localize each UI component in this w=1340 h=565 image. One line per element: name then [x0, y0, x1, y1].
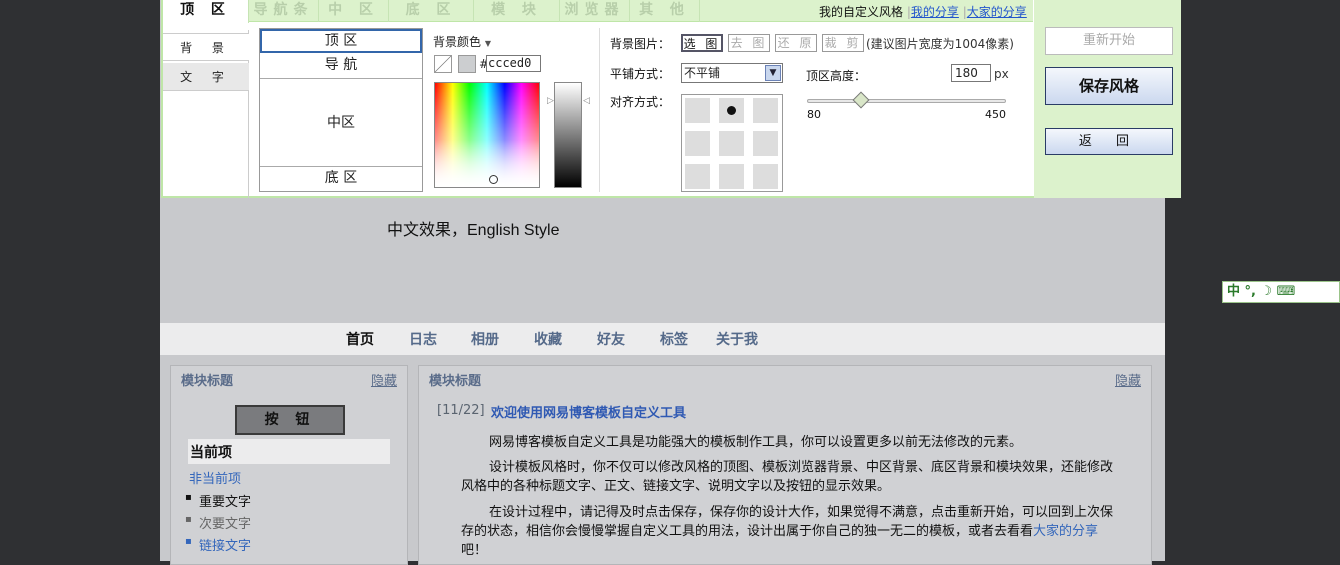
section-list: 顶 区 导 航 中区 底 区	[259, 28, 423, 192]
share-link[interactable]: 大家的分享	[1033, 524, 1098, 539]
nav-tags[interactable]: 标签	[660, 329, 688, 349]
tile-label: 平铺方式：	[610, 67, 671, 81]
align-middle-center[interactable]	[719, 131, 744, 156]
tab-middle-area[interactable]: 中 区	[319, 0, 389, 22]
luminance-arrow-left-icon[interactable]: ▷	[547, 96, 554, 106]
post-title[interactable]: 欢迎使用网易博客模板自定义工具	[491, 402, 686, 421]
section-nav[interactable]: 导 航	[260, 53, 422, 79]
side-tab-background[interactable]: 背 景	[163, 33, 249, 61]
editor-side-tabs: 背 景 文 字	[163, 30, 249, 198]
tile-select[interactable]: 不平铺 ▼	[681, 63, 783, 83]
no-color-swatch[interactable]	[434, 55, 452, 73]
nav-journal[interactable]: 日志	[409, 329, 437, 349]
hex-color-input[interactable]: ccced0	[486, 55, 541, 72]
image-width-hint: (建议图片宽度为1004像素)	[866, 37, 1014, 51]
demo-button[interactable]: 按 钮	[235, 405, 345, 435]
align-label: 对齐方式：	[610, 95, 671, 109]
tab-top-area[interactable]: 顶 区	[163, 0, 249, 23]
left-module-hide-link[interactable]: 隐藏	[371, 370, 397, 389]
my-share-link[interactable]: 我的分享	[911, 5, 959, 19]
chevron-down-icon[interactable]: ▼	[765, 65, 781, 81]
height-input[interactable]: 180	[951, 64, 991, 82]
restore-image-button[interactable]: 还 原	[775, 34, 817, 52]
height-label: 顶区高度：	[806, 69, 867, 83]
my-style-links: 我的自定义风格 |我的分享 |大家的分享	[819, 3, 1027, 20]
bg-color-label-text: 背景颜色	[433, 35, 482, 49]
align-bottom-center[interactable]	[719, 164, 744, 189]
section-top[interactable]: 顶 区	[260, 29, 422, 53]
left-module-title: 模块标题	[181, 374, 234, 389]
align-top-left[interactable]	[685, 98, 710, 123]
slider-min: 80	[807, 108, 821, 121]
tab-other[interactable]: 其 他	[630, 0, 700, 22]
chevron-down-icon: ▼	[484, 39, 491, 48]
color-picker-handle[interactable]	[489, 175, 498, 184]
important-text: 重要文字	[185, 491, 251, 510]
restart-button[interactable]: 重新开始	[1045, 27, 1173, 55]
bg-color-label[interactable]: 背景颜色 ▼	[433, 33, 491, 50]
align-bottom-right[interactable]	[753, 164, 778, 189]
nav-album[interactable]: 相册	[471, 329, 499, 349]
tab-browser[interactable]: 浏览器	[560, 0, 630, 22]
all-share-link[interactable]: 大家的分享	[967, 5, 1027, 19]
post-paragraph-3: 在设计过程中，请记得及时点击保存，保存你的设计大作，如果觉得不满意，点击重新开始…	[461, 503, 1116, 560]
crop-image-button[interactable]: 裁 剪	[822, 34, 864, 52]
blog-subtitle: 中文效果，English Style	[387, 222, 560, 239]
tile-select-value: 不平铺	[684, 66, 721, 80]
slider-max: 450	[985, 108, 1006, 121]
main-module-hide-link[interactable]: 隐藏	[1115, 370, 1141, 389]
style-editor-panel: 顶 区 导航条 中 区 底 区 模 块 浏览器 其 他 我的自定义风格 |我的分…	[161, 0, 1181, 198]
tab-nav-bar[interactable]: 导航条	[249, 0, 319, 22]
nav-about[interactable]: 关于我	[716, 329, 758, 349]
height-slider-track[interactable]	[807, 99, 1006, 103]
post-paragraph-3-end: 吧！	[461, 543, 488, 558]
main-module-title: 模块标题	[429, 374, 482, 389]
align-middle-left[interactable]	[685, 131, 710, 156]
tab-modules[interactable]: 模 块	[474, 0, 560, 22]
secondary-text: 次要文字	[185, 513, 251, 532]
current-item: 当前项	[188, 439, 390, 464]
nav-friends[interactable]: 好友	[597, 329, 625, 349]
align-top-right[interactable]	[753, 98, 778, 123]
editor-tabs: 顶 区 导航条 中 区 底 区 模 块 浏览器 其 他 我的自定义风格 |我的分…	[163, 0, 1033, 23]
nav-favorites[interactable]: 收藏	[534, 329, 562, 349]
height-slider-thumb[interactable]	[852, 91, 870, 109]
editor-actions: 重新开始 保存风格 返 回	[1034, 0, 1181, 198]
nav-home[interactable]: 首页	[346, 329, 374, 349]
divider	[599, 28, 600, 192]
my-style-label: 我的自定义风格	[819, 5, 904, 19]
select-image-button[interactable]: 选 图	[681, 34, 723, 52]
save-style-button[interactable]: 保存风格	[1045, 67, 1173, 105]
align-bottom-left[interactable]	[685, 164, 710, 189]
post-paragraph-2: 设计模板风格时，你不仅可以修改风格的顶图、模板浏览器背景、中区背景、底区背景和模…	[461, 460, 1114, 494]
blog-nav: 首页 日志 相册 收藏 好友 标签 关于我	[160, 323, 1165, 355]
current-color-swatch	[458, 55, 476, 73]
section-middle[interactable]: 中区	[260, 79, 422, 167]
back-button[interactable]: 返 回	[1045, 128, 1173, 155]
tab-bottom-area[interactable]: 底 区	[389, 0, 474, 22]
remove-image-button[interactable]: 去 图	[728, 34, 770, 52]
ime-toolbar[interactable]: 中 °, ☽ ⌨	[1222, 281, 1340, 303]
align-middle-right[interactable]	[753, 131, 778, 156]
luminance-arrow-right-icon[interactable]: ◁	[583, 96, 590, 106]
main-module: 模块标题 隐藏 [11/22] 欢迎使用网易博客模板自定义工具 网易博客模板自定…	[418, 365, 1152, 565]
luminance-bar[interactable]	[554, 82, 582, 188]
align-top-center[interactable]	[719, 98, 744, 123]
color-spectrum[interactable]	[434, 82, 540, 188]
align-grid	[681, 94, 783, 192]
side-tab-text[interactable]: 文 字	[163, 63, 249, 91]
post-paragraph-3-text: 在设计过程中，请记得及时点击保存，保存你的设计大作，如果觉得不满意，点击重新开始…	[461, 505, 1114, 539]
left-module: 模块标题 隐藏 按 钮 当前项 非当前项 重要文字 次要文字 链接文字	[170, 365, 408, 565]
ime-text[interactable]: 中 °, ☽ ⌨	[1227, 284, 1295, 299]
post-paragraph-1: 网易博客模板自定义工具是功能强大的模板制作工具，你可以设置更多以前无法修改的元素…	[489, 435, 1023, 450]
post-date: [11/22]	[437, 403, 485, 418]
height-unit: px	[994, 67, 1009, 81]
section-bottom[interactable]: 底 区	[260, 167, 422, 191]
link-text[interactable]: 链接文字	[185, 535, 251, 554]
bg-image-label: 背景图片：	[610, 37, 671, 51]
non-current-item[interactable]: 非当前项	[189, 468, 241, 487]
